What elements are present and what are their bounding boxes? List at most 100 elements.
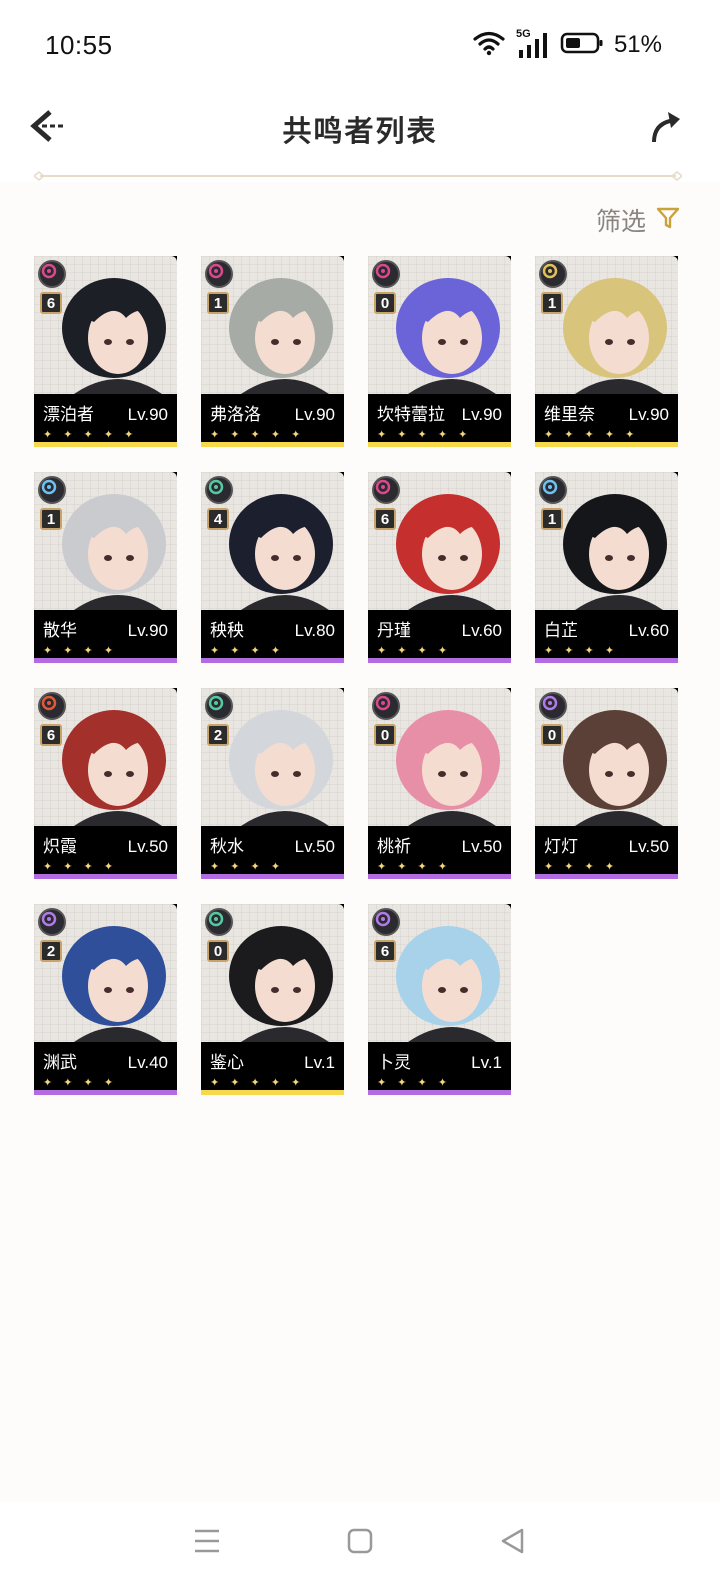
- menu-button[interactable]: [187, 1524, 227, 1564]
- system-nav-bar: [0, 1502, 720, 1585]
- character-card[interactable]: 2 秋水 Lv.50 ✦ ✦ ✦ ✦: [201, 688, 344, 879]
- character-card[interactable]: 2 渊武 Lv.40 ✦ ✦ ✦ ✦: [34, 904, 177, 1095]
- system-back-button[interactable]: [493, 1524, 533, 1564]
- constellation-badge: 6: [40, 724, 62, 746]
- rarity-stars: ✦ ✦ ✦ ✦ ✦: [544, 429, 639, 441]
- character-grid: 6 漂泊者 Lv.90 ✦ ✦ ✦ ✦ ✦ 1 弗洛洛 Lv.90 ✦ ✦ ✦ …: [34, 256, 678, 1095]
- character-info: 维里奈 Lv.90 ✦ ✦ ✦ ✦ ✦: [535, 394, 678, 442]
- character-info: 渊武 Lv.40 ✦ ✦ ✦ ✦: [34, 1042, 177, 1090]
- character-card[interactable]: 6 漂泊者 Lv.90 ✦ ✦ ✦ ✦ ✦: [34, 256, 177, 447]
- character-card[interactable]: 6 炽霞 Lv.50 ✦ ✦ ✦ ✦: [34, 688, 177, 879]
- element-icon: [372, 260, 400, 288]
- character-portrait: 0: [535, 688, 678, 826]
- character-card[interactable]: 4 秧秧 Lv.80 ✦ ✦ ✦ ✦: [201, 472, 344, 663]
- character-portrait: 1: [34, 472, 177, 610]
- character-name: 秧秧: [210, 621, 244, 640]
- character-card[interactable]: 6 卜灵 Lv.1 ✦ ✦ ✦ ✦: [368, 904, 511, 1095]
- rarity-stars: ✦ ✦ ✦ ✦ ✦: [43, 429, 138, 441]
- character-name: 桃祈: [377, 837, 411, 856]
- constellation-badge: 1: [541, 508, 563, 530]
- home-icon: [347, 1528, 373, 1559]
- constellation-badge: 2: [207, 724, 229, 746]
- status-icons: 5G 51%: [472, 28, 662, 61]
- character-info: 丹瑾 Lv.60 ✦ ✦ ✦ ✦: [368, 610, 511, 658]
- filter-button[interactable]: 筛选: [596, 202, 680, 238]
- character-portrait: 6: [34, 688, 177, 826]
- rarity-stars: ✦ ✦ ✦ ✦: [544, 861, 619, 873]
- rarity-stars: ✦ ✦ ✦ ✦: [377, 1077, 452, 1089]
- constellation-badge: 0: [374, 292, 396, 314]
- rarity-bar: [201, 874, 344, 879]
- page-title: 共鸣者列表: [282, 116, 438, 148]
- constellation-badge: 6: [40, 292, 62, 314]
- character-level: Lv.50: [628, 837, 669, 856]
- element-icon: [205, 260, 233, 288]
- rarity-bar: [34, 874, 177, 879]
- character-info: 秧秧 Lv.80 ✦ ✦ ✦ ✦: [201, 610, 344, 658]
- character-card[interactable]: 1 维里奈 Lv.90 ✦ ✦ ✦ ✦ ✦: [535, 256, 678, 447]
- header-divider: [32, 168, 684, 181]
- character-portrait: 2: [201, 688, 344, 826]
- character-level: Lv.50: [294, 837, 335, 856]
- character-info: 鉴心 Lv.1 ✦ ✦ ✦ ✦ ✦: [201, 1042, 344, 1090]
- character-portrait: 6: [34, 256, 177, 394]
- character-card[interactable]: 1 散华 Lv.90 ✦ ✦ ✦ ✦: [34, 472, 177, 663]
- rarity-stars: ✦ ✦ ✦ ✦ ✦: [210, 1077, 305, 1089]
- rarity-bar: [34, 1090, 177, 1095]
- rarity-stars: ✦ ✦ ✦ ✦: [43, 861, 118, 873]
- rarity-stars: ✦ ✦ ✦ ✦: [210, 861, 285, 873]
- character-level: Lv.40: [127, 1053, 168, 1072]
- character-card[interactable]: 0 灯灯 Lv.50 ✦ ✦ ✦ ✦: [535, 688, 678, 879]
- character-name: 卜灵: [377, 1053, 411, 1072]
- character-info: 炽霞 Lv.50 ✦ ✦ ✦ ✦: [34, 826, 177, 874]
- share-icon: [646, 106, 686, 151]
- character-portrait: 1: [535, 256, 678, 394]
- character-name: 维里奈: [544, 405, 595, 424]
- constellation-badge: 6: [374, 508, 396, 530]
- status-bar: 10:55 5G 51%: [0, 0, 720, 90]
- character-level: Lv.1: [471, 1053, 502, 1072]
- character-portrait: 0: [368, 256, 511, 394]
- character-level: Lv.80: [294, 621, 335, 640]
- character-name: 漂泊者: [43, 405, 94, 424]
- character-level: Lv.1: [304, 1053, 335, 1072]
- character-card[interactable]: 1 白芷 Lv.60 ✦ ✦ ✦ ✦: [535, 472, 678, 663]
- character-name: 坎特蕾拉: [377, 405, 445, 424]
- character-level: Lv.60: [461, 621, 502, 640]
- element-icon: [372, 476, 400, 504]
- character-name: 灯灯: [544, 837, 578, 856]
- constellation-badge: 2: [40, 940, 62, 962]
- home-button[interactable]: [340, 1524, 380, 1564]
- character-name: 渊武: [43, 1053, 77, 1072]
- filter-label: 筛选: [595, 208, 646, 236]
- back-button[interactable]: [24, 104, 72, 152]
- rarity-stars: ✦ ✦ ✦ ✦ ✦: [210, 429, 305, 441]
- rarity-bar: [201, 442, 344, 447]
- share-button[interactable]: [642, 104, 690, 152]
- character-card[interactable]: 6 丹瑾 Lv.60 ✦ ✦ ✦ ✦: [368, 472, 511, 663]
- status-time: 10:55: [45, 29, 113, 60]
- element-icon: [539, 260, 567, 288]
- constellation-badge: 0: [374, 724, 396, 746]
- character-card[interactable]: 0 坎特蕾拉 Lv.90 ✦ ✦ ✦ ✦ ✦: [368, 256, 511, 447]
- character-level: Lv.90: [294, 405, 335, 424]
- character-name: 炽霞: [43, 837, 77, 856]
- character-card[interactable]: 1 弗洛洛 Lv.90 ✦ ✦ ✦ ✦ ✦: [201, 256, 344, 447]
- character-card[interactable]: 0 鉴心 Lv.1 ✦ ✦ ✦ ✦ ✦: [201, 904, 344, 1095]
- rarity-stars: ✦ ✦ ✦ ✦ ✦: [377, 429, 472, 441]
- rarity-stars: ✦ ✦ ✦ ✦: [210, 645, 285, 657]
- element-icon: [539, 476, 567, 504]
- rarity-stars: ✦ ✦ ✦ ✦: [43, 645, 118, 657]
- menu-icon: [193, 1528, 221, 1559]
- character-portrait: 4: [201, 472, 344, 610]
- character-level: Lv.50: [461, 837, 502, 856]
- rarity-bar: [34, 658, 177, 663]
- signal-icon: 5G: [516, 28, 550, 60]
- character-name: 散华: [43, 621, 77, 640]
- character-info: 漂泊者 Lv.90 ✦ ✦ ✦ ✦ ✦: [34, 394, 177, 442]
- character-card[interactable]: 0 桃祈 Lv.50 ✦ ✦ ✦ ✦: [368, 688, 511, 879]
- character-info: 坎特蕾拉 Lv.90 ✦ ✦ ✦ ✦ ✦: [368, 394, 511, 442]
- back-arrow-icon: [28, 106, 68, 151]
- character-info: 秋水 Lv.50 ✦ ✦ ✦ ✦: [201, 826, 344, 874]
- character-portrait: 1: [201, 256, 344, 394]
